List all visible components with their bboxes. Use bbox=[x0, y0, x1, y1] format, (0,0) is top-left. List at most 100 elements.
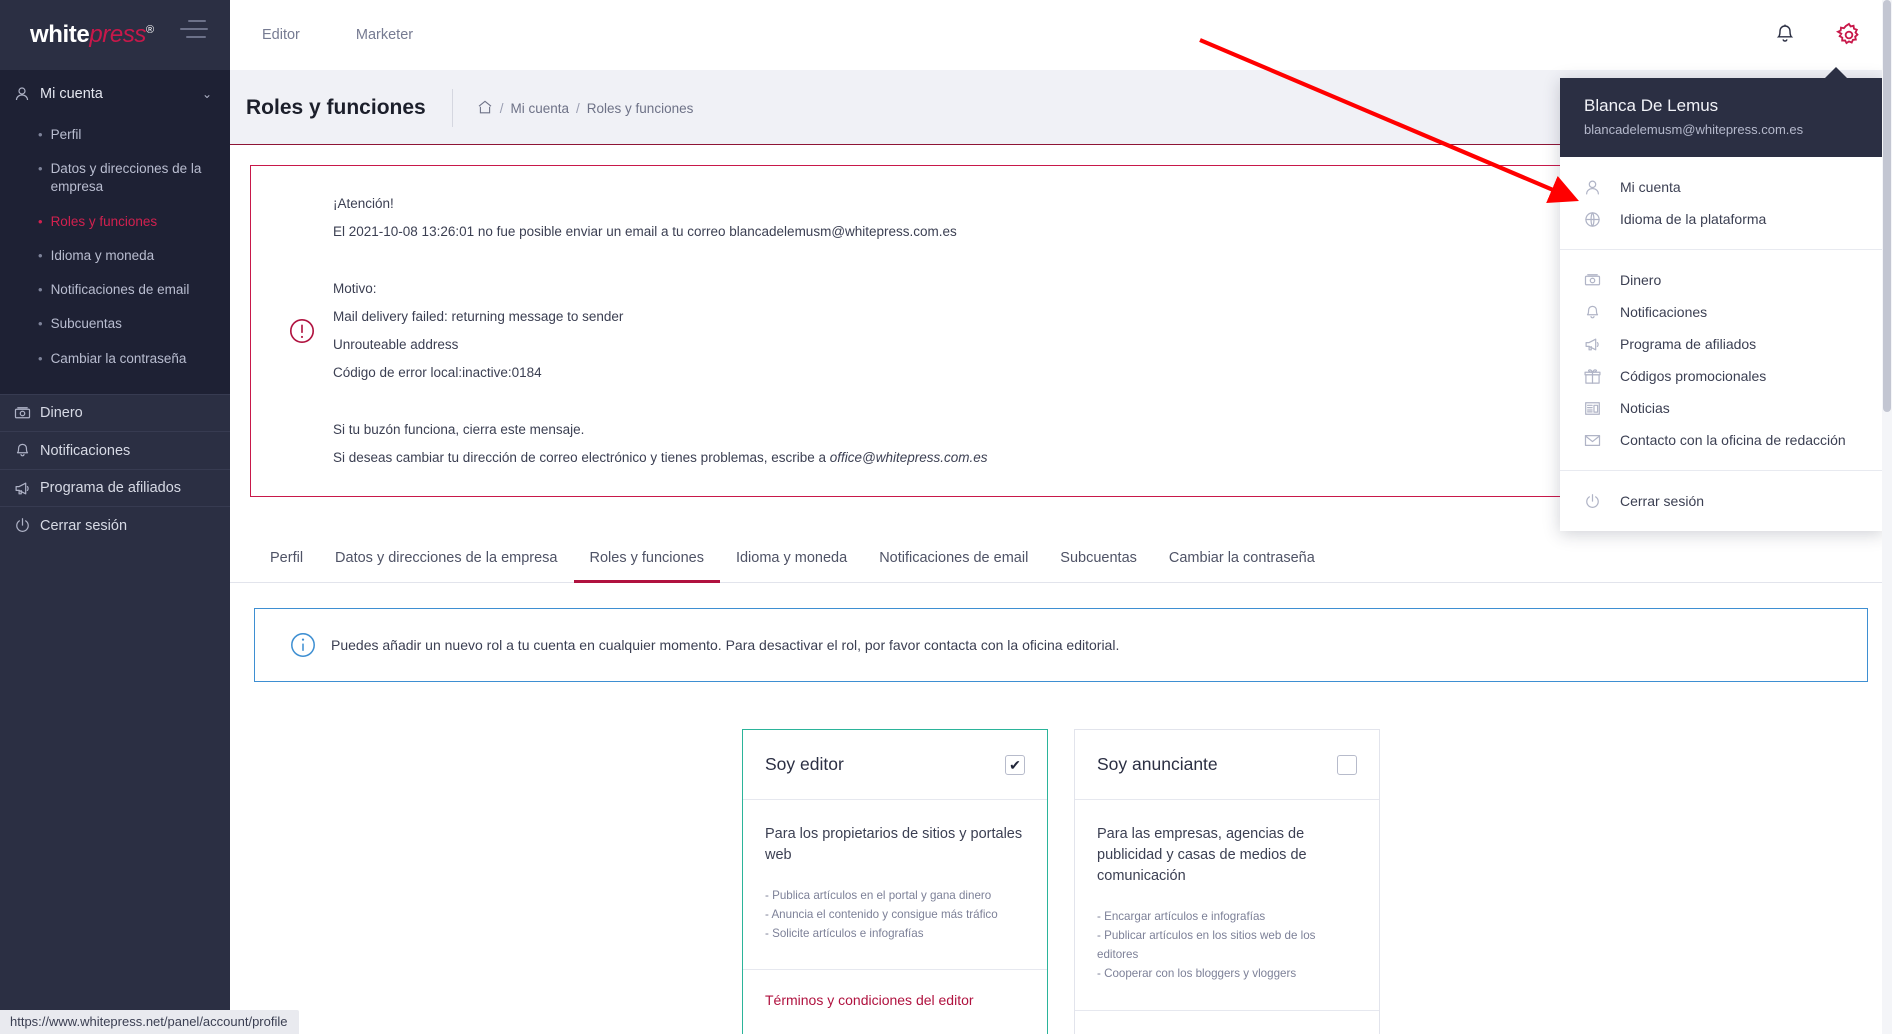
power-icon bbox=[14, 517, 40, 534]
role-card-title: Soy editor bbox=[765, 754, 844, 775]
role-card-footer: Términos y condiciones del anunciante bbox=[1075, 1011, 1379, 1034]
role-card-title: Soy anunciante bbox=[1097, 754, 1218, 775]
dropdown-item-cerrar-sesi-n[interactable]: Cerrar sesión bbox=[1560, 485, 1884, 517]
home-icon[interactable] bbox=[477, 99, 493, 118]
sidebar-subitem-label: Notificaciones de email bbox=[50, 282, 190, 298]
bullet-icon: • bbox=[38, 161, 43, 177]
role-card-header: Soy anunciante bbox=[1075, 730, 1379, 801]
sidebar: whitepress® Mi cuenta ⌄ • Perfil • Datos y … bbox=[0, 0, 230, 1034]
bell-icon bbox=[14, 442, 40, 459]
sidebar-subitem-label: Perfil bbox=[50, 127, 82, 142]
money-icon bbox=[1584, 272, 1620, 289]
tab-perfil[interactable]: Perfil bbox=[254, 550, 319, 582]
dropdown-item-label: Programa de afiliados bbox=[1620, 336, 1757, 352]
hamburger-line-3 bbox=[186, 36, 206, 38]
dropdown-user-email: blancadelemusm@whitepress.com.es bbox=[1584, 122, 1804, 137]
tab-cambiar-la-contrase-a[interactable]: Cambiar la contraseña bbox=[1153, 550, 1331, 582]
sidebar-nav-notificaciones[interactable]: Notificaciones bbox=[0, 431, 230, 469]
alert-line-0: ¡Atención! bbox=[333, 196, 394, 211]
sidebar-subitem-2[interactable]: • Roles y funciones bbox=[0, 205, 230, 239]
topnav-item-editor[interactable]: Editor bbox=[262, 27, 300, 43]
role-card-header: Soy editor ✔ bbox=[743, 730, 1047, 801]
dropdown-item-notificaciones[interactable]: Notificaciones bbox=[1560, 296, 1884, 328]
dropdown-item-contacto-con-la-oficina-de-redacci-n[interactable]: Contacto con la oficina de redacción bbox=[1560, 424, 1884, 456]
alert-contact-prefix: Si deseas cambiar tu dirección de correo… bbox=[333, 449, 830, 465]
bullet-icon: • bbox=[38, 316, 43, 332]
sidebar-nav-cerrar-sesi-n[interactable]: Cerrar sesión bbox=[0, 506, 230, 544]
sidebar-nav-programa-de-afiliados[interactable]: Programa de afiliados bbox=[0, 468, 230, 507]
role-card-body: Para las empresas, agencias de publicida… bbox=[1075, 800, 1379, 1011]
dropdown-item-programa-de-afiliados[interactable]: Programa de afiliados bbox=[1560, 328, 1884, 360]
tab-subcuentas[interactable]: Subcuentas bbox=[1044, 550, 1153, 582]
gear-icon[interactable] bbox=[1836, 22, 1862, 48]
alert-text-block: ¡Atención! El 2021-10-08 13:26:01 no fue… bbox=[333, 190, 988, 472]
dropdown-caret bbox=[1824, 67, 1848, 79]
role-card-1[interactable]: Soy anunciante Para las empresas, agencia… bbox=[1074, 729, 1380, 1034]
alert-line-8: Si tu buzón funciona, cierra este mensaj… bbox=[333, 421, 585, 437]
dropdown-item-idioma-de-la-plataforma[interactable]: Idioma de la plataforma bbox=[1560, 203, 1884, 235]
role-card-terms-link[interactable]: Términos y condiciones del editor bbox=[765, 992, 974, 1008]
dropdown-item-label: Códigos promocionales bbox=[1620, 368, 1767, 384]
role-card-lead: Para los propietarios de sitios y portal… bbox=[765, 826, 1023, 864]
sidebar-subitem-0[interactable]: • Perfil bbox=[0, 118, 230, 152]
money-icon bbox=[14, 405, 40, 422]
dropdown-item-label: Noticias bbox=[1620, 400, 1670, 416]
breadcrumb-separator-1: / bbox=[499, 100, 504, 116]
power-icon bbox=[1584, 493, 1620, 510]
alert-line-1: El 2021-10-08 13:26:01 no fue posible en… bbox=[333, 224, 957, 240]
alert-line-5: Unrouteable address bbox=[333, 337, 459, 353]
topbar-icons bbox=[1774, 22, 1892, 48]
hamburger-menu-icon[interactable] bbox=[178, 20, 212, 46]
sidebar-subitem-1[interactable]: • Datos y direcciones de la empresa bbox=[0, 152, 230, 204]
user-icon bbox=[1584, 179, 1620, 196]
role-card-body: Para los propietarios de sitios y portal… bbox=[743, 800, 1047, 971]
sidebar-subitem-3[interactable]: • Idioma y moneda bbox=[0, 239, 230, 273]
sidebar-subitem-4[interactable]: • Notificaciones de email bbox=[0, 273, 230, 307]
breadcrumb-item-mi-cuenta[interactable]: Mi cuenta bbox=[510, 101, 569, 116]
dropdown-item-noticias[interactable]: Noticias bbox=[1560, 392, 1884, 424]
sidebar-subitem-list: • Perfil • Datos y direcciones de la empres… bbox=[0, 118, 230, 376]
bullet-icon: • bbox=[38, 127, 43, 142]
role-card-lead: Para las empresas, agencias de publicida… bbox=[1097, 826, 1307, 885]
sidebar-nav-label: Dinero bbox=[40, 405, 83, 421]
sidebar-subitem-5[interactable]: • Subcuentas bbox=[0, 307, 230, 341]
role-card-0[interactable]: Soy editor ✔ Para los propietarios de siti… bbox=[742, 729, 1048, 1034]
breadcrumb-item-roles-y-funciones[interactable]: Roles y funciones bbox=[587, 101, 694, 116]
tab-notificaciones-de-email[interactable]: Notificaciones de email bbox=[863, 550, 1044, 582]
logo-white-text: white bbox=[30, 21, 90, 48]
info-banner-text: Puedes añadir un nuevo rol a tu cuenta e… bbox=[331, 637, 1120, 654]
tab-roles-y-funciones[interactable]: Roles y funciones bbox=[573, 550, 721, 584]
megaphone-icon bbox=[1584, 336, 1620, 353]
info-banner: Puedes añadir un nuevo rol a tu cuenta e… bbox=[254, 608, 1868, 683]
topnav-item-marketer[interactable]: Marketer bbox=[356, 27, 413, 43]
dropdown-item-dinero[interactable]: Dinero bbox=[1560, 264, 1884, 296]
alert-line-4: Mail delivery failed: returning message … bbox=[333, 308, 624, 324]
tab-datos-y-direcciones-de-la-empresa[interactable]: Datos y direcciones de la empresa bbox=[319, 550, 573, 582]
megaphone-icon bbox=[14, 480, 40, 497]
bullet-icon: • bbox=[38, 282, 43, 298]
dropdown-item-mi-cuenta[interactable]: Mi cuenta bbox=[1560, 171, 1884, 203]
alert-line-3: Motivo: bbox=[333, 280, 377, 296]
user-icon bbox=[14, 86, 40, 102]
dropdown-item-label: Contacto con la oficina de redacción bbox=[1620, 432, 1846, 448]
sidebar-subitem-label: Datos y direcciones de la empresa bbox=[50, 161, 202, 195]
info-circle-icon bbox=[275, 631, 331, 659]
bell-icon[interactable] bbox=[1774, 23, 1796, 47]
dropdown-item-label: Notificaciones bbox=[1620, 304, 1708, 320]
app-root: whitepress® Mi cuenta ⌄ • Perfil • Datos y … bbox=[0, 0, 1892, 1034]
sidebar-item-mi-cuenta[interactable]: Mi cuenta ⌄ bbox=[0, 70, 230, 118]
topbar-nav: Editor Marketer bbox=[230, 27, 469, 43]
check-icon: ✔ bbox=[1009, 756, 1021, 773]
sidebar-subitem-6[interactable]: • Cambiar la contraseña bbox=[0, 342, 230, 376]
role-card-checkbox[interactable] bbox=[1337, 754, 1357, 775]
whitepress-logo[interactable]: whitepress® bbox=[30, 21, 154, 49]
role-card-bullet: - Encargar artículos e infografías bbox=[1097, 910, 1266, 924]
role-card-checkbox[interactable]: ✔ bbox=[1005, 754, 1025, 775]
sidebar-nav-dinero[interactable]: Dinero bbox=[0, 393, 230, 432]
dropdown-item-c-digos-promocionales[interactable]: Códigos promocionales bbox=[1560, 360, 1884, 392]
dropdown-groups: Mi cuenta Idioma de la plataforma Dinero No… bbox=[1560, 157, 1884, 531]
page-scrollbar-thumb[interactable] bbox=[1883, 0, 1891, 412]
bullet-icon: • bbox=[38, 350, 43, 366]
tab-idioma-y-moneda[interactable]: Idioma y moneda bbox=[720, 550, 863, 582]
sidebar-main-list: Dinero Notificaciones Programa de afiliado… bbox=[0, 393, 230, 544]
